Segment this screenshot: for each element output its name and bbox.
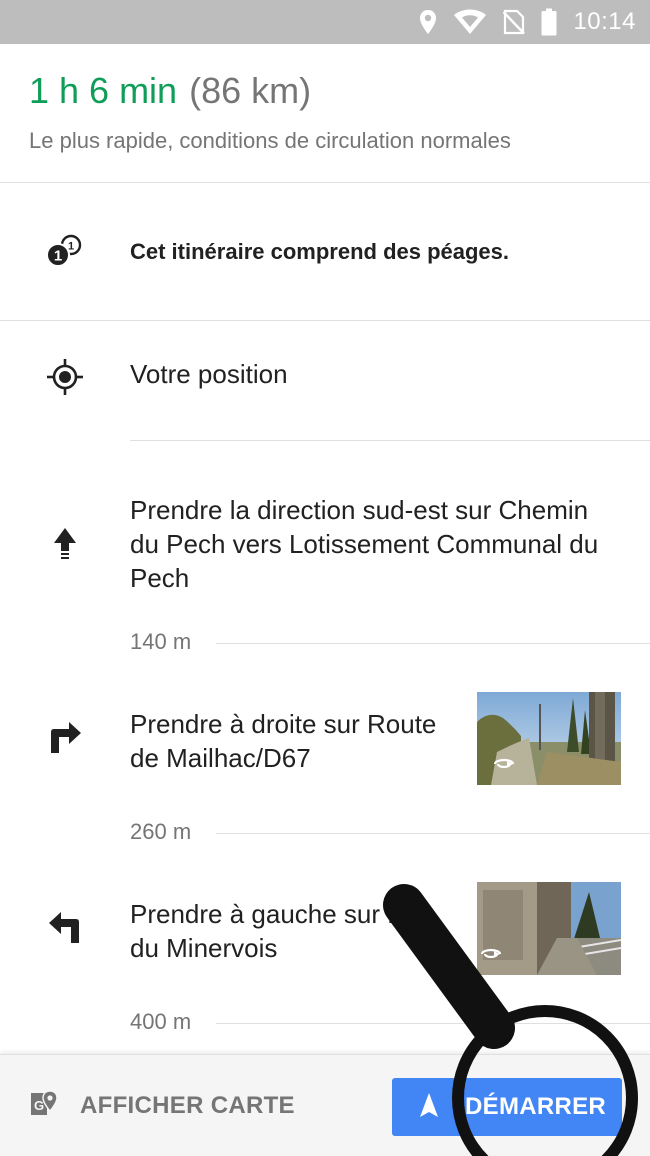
step-icon-wrap xyxy=(0,909,130,950)
battery-icon xyxy=(541,8,557,36)
start-navigation-label: DÉMARRER xyxy=(465,1093,607,1120)
direction-step[interactable]: Prendre à droite sur Route de Mailhac/D6… xyxy=(0,651,650,844)
status-bar: 10:14 xyxy=(0,0,650,44)
street-view-thumbnail[interactable] xyxy=(477,692,621,785)
turn-left-icon xyxy=(47,909,83,950)
route-duration: 1 h 6 min xyxy=(29,70,178,111)
route-duration-line: 1 h 6 min (86 km) xyxy=(29,70,311,112)
divider xyxy=(216,833,650,834)
route-description: Le plus rapide, conditions de circulatio… xyxy=(29,128,511,153)
head-straight-icon xyxy=(53,527,77,566)
origin-icon-wrap xyxy=(0,357,130,402)
direction-step[interactable]: Prendre à gauche sur Rue du Minervois 40… xyxy=(0,841,650,1054)
toll-icon: 1 1 xyxy=(44,233,84,274)
clock: 10:14 xyxy=(573,8,636,35)
step-distance: 400 m xyxy=(130,1009,192,1034)
location-icon xyxy=(419,9,437,35)
turn-right-icon xyxy=(47,719,83,760)
svg-text:1: 1 xyxy=(54,248,62,265)
street-view-thumbnail[interactable] xyxy=(477,882,621,975)
step-instruction: Prendre à droite sur Route de Mailhac/D6… xyxy=(130,709,437,773)
no-sim-icon xyxy=(503,9,526,35)
step-instruction: Prendre la direction sud-est sur Chemin … xyxy=(130,495,599,593)
step-icon-wrap xyxy=(0,719,130,760)
my-location-icon xyxy=(45,357,85,402)
show-map-button[interactable]: G AFFICHER CARTE xyxy=(28,1083,295,1129)
divider xyxy=(216,1023,650,1024)
toll-notice-text: Cet itinéraire comprend des péages. xyxy=(130,239,510,264)
navigation-arrow-icon xyxy=(419,1092,439,1123)
step-instruction: Prendre à gauche sur Rue du Minervois xyxy=(130,899,435,963)
step-icon-wrap xyxy=(0,527,130,566)
direction-step[interactable]: Prendre la direction sud-est sur Chemin … xyxy=(0,441,650,654)
map-pin-icon: G xyxy=(28,1089,58,1124)
wifi-icon xyxy=(453,9,487,35)
step-distance-row: 400 m xyxy=(0,1009,650,1039)
show-map-label: AFFICHER CARTE xyxy=(80,1092,295,1119)
directions-list[interactable]: Votre position Prendre la direction sud-… xyxy=(0,321,650,1054)
route-distance: (86 km) xyxy=(189,70,312,111)
start-navigation-button[interactable]: DÉMARRER xyxy=(392,1078,622,1136)
bottom-action-bar: G AFFICHER CARTE DÉMARRER xyxy=(0,1054,650,1156)
origin-row[interactable]: Votre position xyxy=(0,321,650,441)
route-summary: 1 h 6 min (86 km) Le plus rapide, conditi… xyxy=(0,44,650,183)
origin-label: Votre position xyxy=(130,359,288,389)
toll-notice[interactable]: 1 1 Cet itinéraire comprend des péages. xyxy=(0,183,650,321)
divider xyxy=(216,643,650,644)
